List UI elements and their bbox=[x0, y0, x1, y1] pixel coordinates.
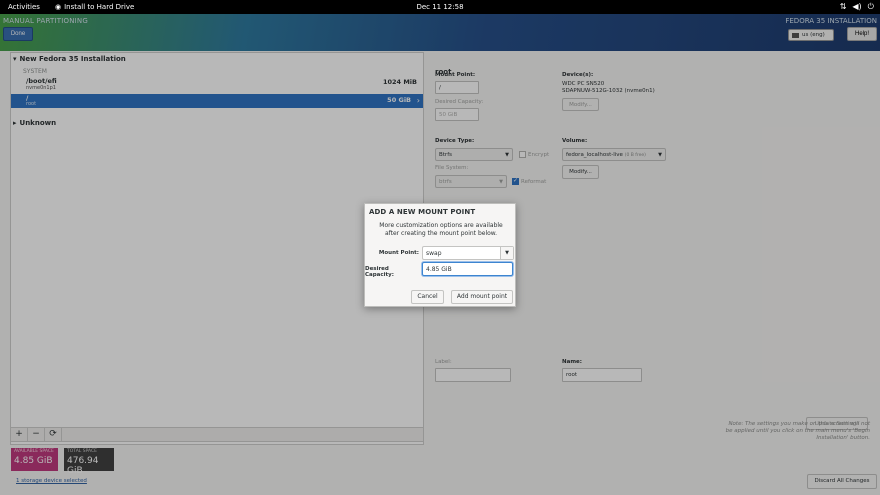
mount-point-combo[interactable]: swap ▼ bbox=[422, 246, 514, 260]
network-icon: ⇅ bbox=[839, 2, 847, 11]
system-menu[interactable]: ⇅ ◀) ⏻ bbox=[840, 2, 874, 12]
dialog-mount-point-label: Mount Point: bbox=[378, 250, 419, 256]
chevron-down-icon[interactable]: ▼ bbox=[500, 247, 513, 259]
clock[interactable]: Dec 11 12:58 bbox=[0, 3, 880, 11]
add-mount-point-dialog: ADD A NEW MOUNT POINT More customization… bbox=[364, 203, 516, 307]
desired-capacity-input[interactable]: 4.85 GiB bbox=[422, 262, 513, 276]
dialog-title: ADD A NEW MOUNT POINT bbox=[369, 208, 476, 216]
dialog-info: More customization options are available… bbox=[365, 222, 517, 238]
volume-icon: ◀) bbox=[852, 2, 862, 11]
dialog-info-line-2: after creating the mount point below. bbox=[384, 230, 498, 237]
top-bar: Activities ◉ Install to Hard Drive Dec 1… bbox=[0, 0, 880, 14]
dialog-info-line-1: More customization options are available bbox=[379, 222, 503, 229]
dialog-capacity-label: Desired Capacity: bbox=[365, 266, 394, 278]
power-icon: ⏻ bbox=[867, 2, 874, 11]
mount-point-combo-value: swap bbox=[426, 250, 442, 257]
cancel-button[interactable]: Cancel bbox=[411, 290, 444, 304]
add-mount-point-button[interactable]: Add mount point bbox=[451, 290, 513, 304]
